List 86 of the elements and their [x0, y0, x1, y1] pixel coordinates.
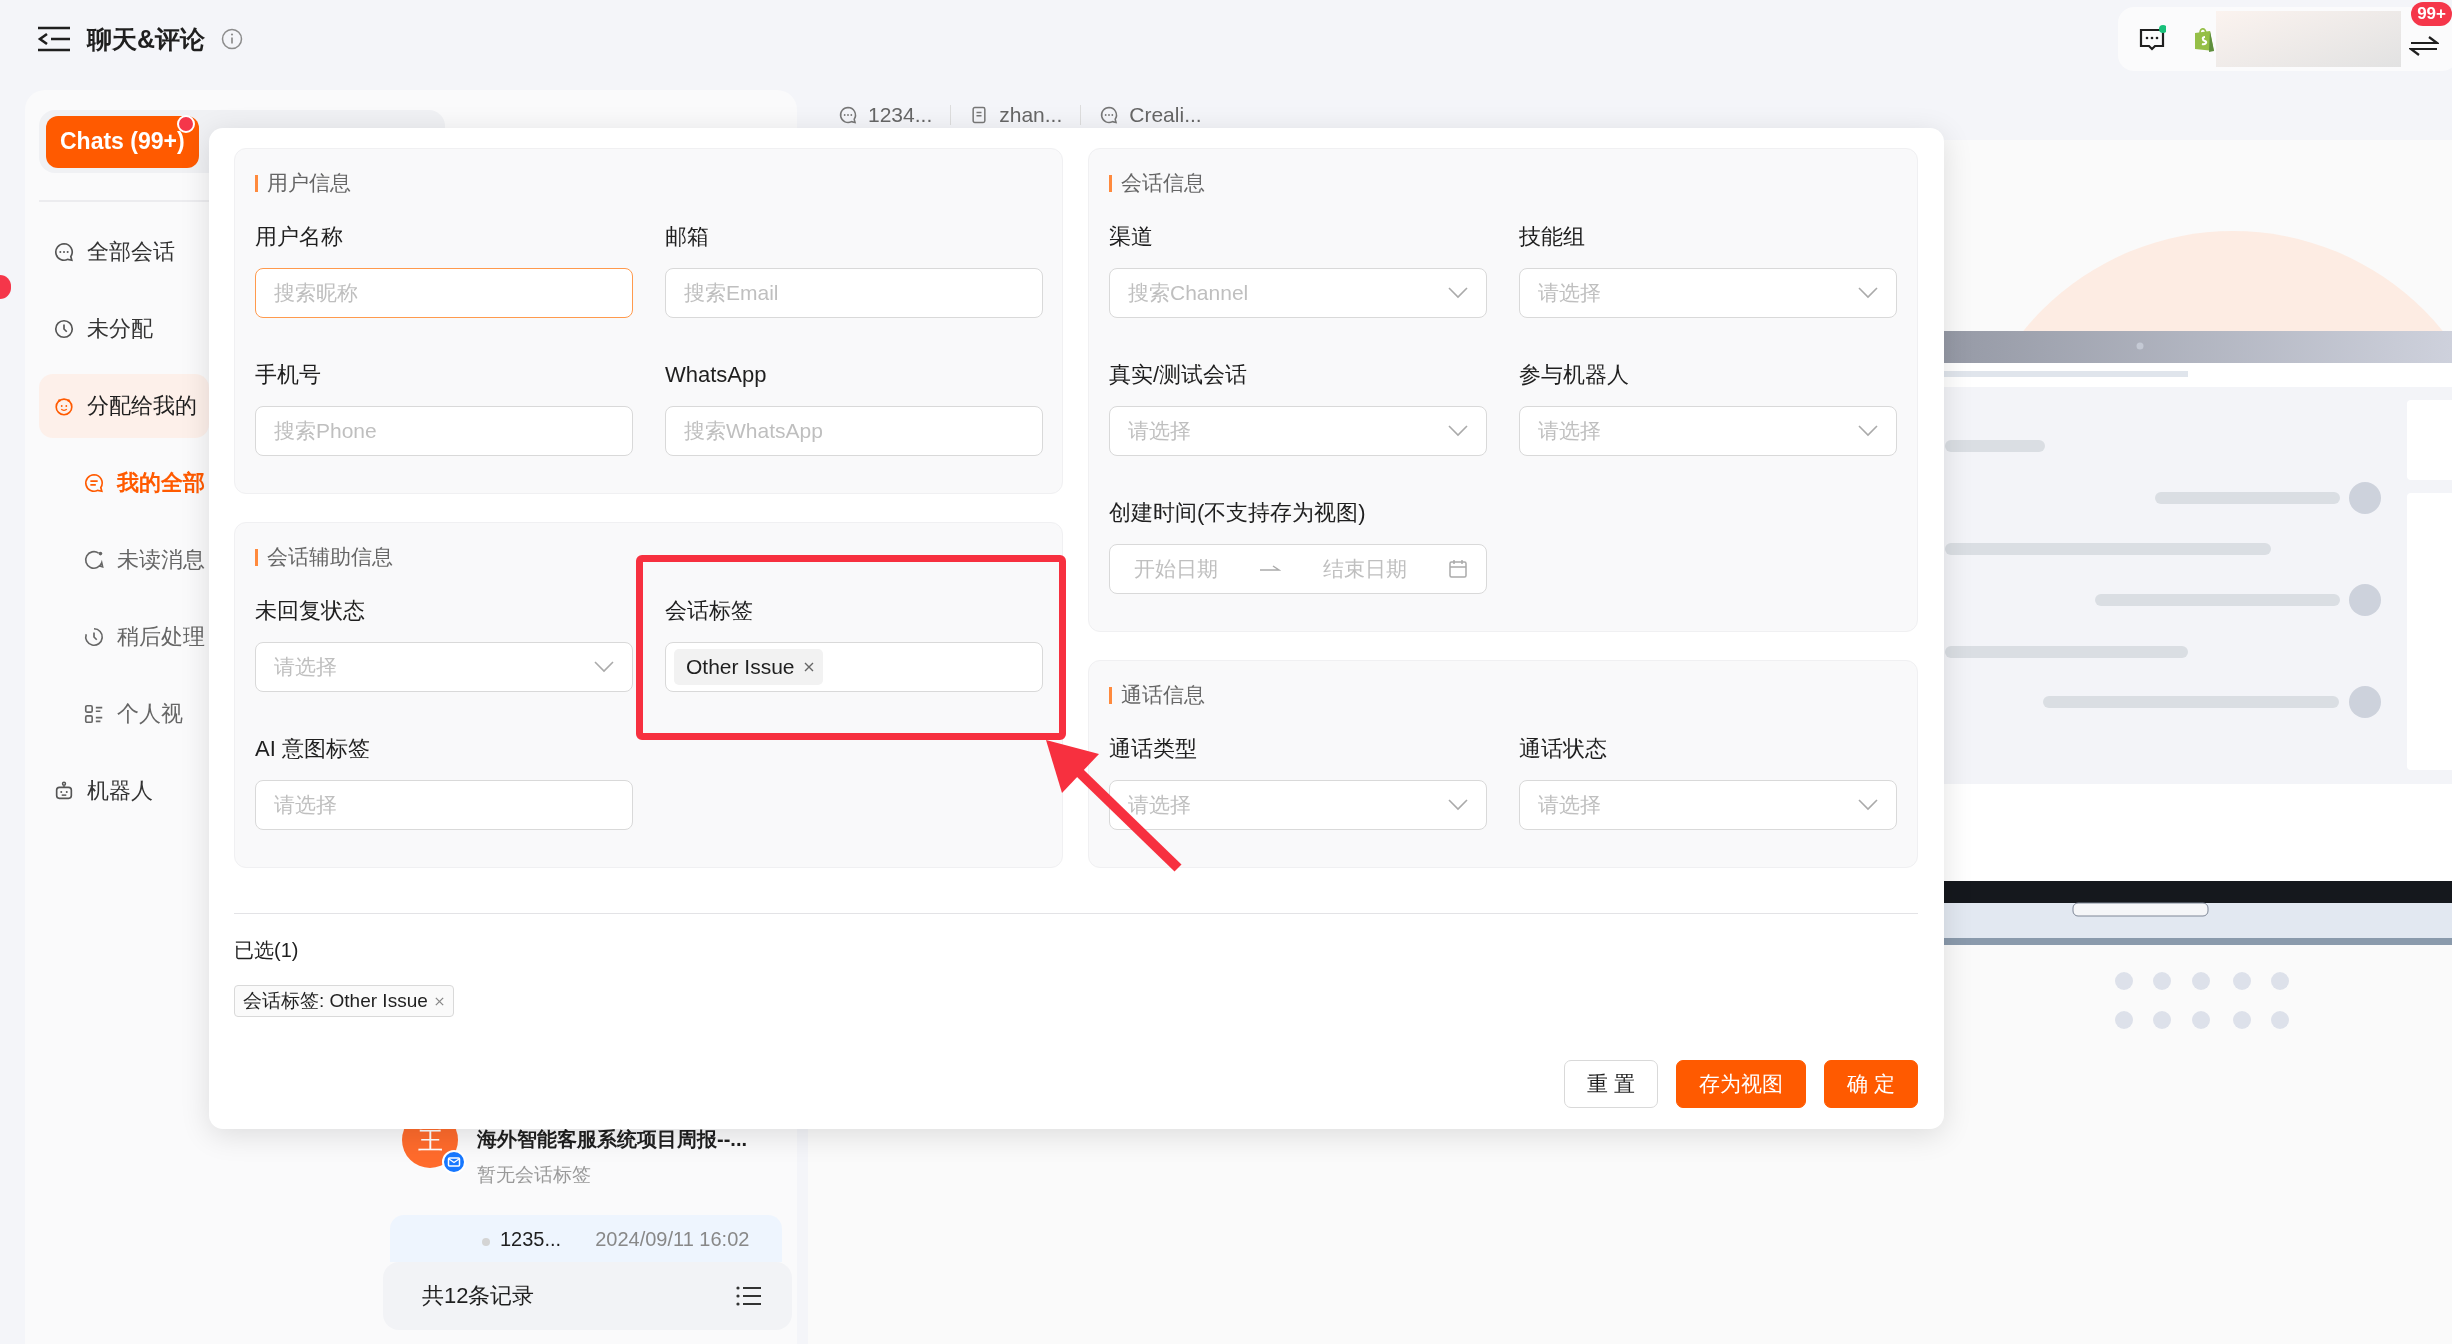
- tag-field[interactable]: Other Issue: [665, 642, 1043, 692]
- field-label: 参与机器人: [1519, 361, 1630, 389]
- selected-count: 已选(1): [234, 938, 300, 963]
- record-count: 共12条记录: [422, 1282, 535, 1310]
- grid-list-icon: [83, 703, 105, 725]
- accent-bar: [1109, 686, 1112, 704]
- nav-item[interactable]: 个人视: [39, 682, 209, 746]
- clock-arrow-icon: [83, 626, 105, 648]
- robot-icon: [53, 780, 75, 802]
- section-title: 用户信息: [267, 170, 351, 196]
- caret-icon: [1858, 799, 1878, 811]
- caret-icon: [1858, 287, 1878, 299]
- chat-icon[interactable]: [2138, 25, 2166, 53]
- input-field[interactable]: 请选择: [255, 780, 633, 830]
- chats-tab[interactable]: Chats (99+): [46, 115, 199, 168]
- close-icon[interactable]: [433, 995, 445, 1007]
- chat-time: 2024/09/11 16:02: [595, 1228, 750, 1251]
- caret-icon: [1858, 425, 1878, 437]
- avatar-initial: 王: [417, 1124, 443, 1156]
- field-label: 真实/测试会话: [1109, 361, 1249, 389]
- field-label: AI 意图标签: [255, 735, 371, 763]
- field-label: 渠道: [1109, 223, 1154, 251]
- status-dot: [482, 1238, 490, 1246]
- chip-label: 会话标签: Other Issue: [243, 989, 428, 1013]
- swap-icon[interactable]: [2409, 34, 2439, 58]
- field-label: 会话标签: [665, 597, 754, 625]
- field-label: 技能组: [1519, 223, 1586, 251]
- input-field[interactable]: 搜索Email: [665, 268, 1043, 318]
- unread-bubble-icon: [83, 549, 105, 571]
- caret-icon: [1448, 287, 1468, 299]
- nav-item[interactable]: 全部会话: [39, 220, 209, 284]
- chat-bubble-icon: [53, 241, 75, 263]
- tag-label: Other Issue: [686, 655, 795, 679]
- field-label: 未回复状态: [255, 597, 366, 625]
- chat-title: 海外智能客服系统项目周报--...: [477, 1127, 747, 1152]
- count-badge: 99+: [2411, 2, 2452, 26]
- primary-button[interactable]: 存为视图: [1676, 1060, 1807, 1108]
- list-icon[interactable]: [736, 1285, 762, 1307]
- info-icon[interactable]: [221, 28, 244, 50]
- notification-dot: [176, 114, 195, 133]
- chat-bubble-icon: [1099, 105, 1120, 125]
- field-label: 邮箱: [665, 223, 710, 251]
- shopping-bag-icon[interactable]: [2192, 25, 2216, 53]
- caret-icon: [594, 661, 614, 673]
- chat-title: 1235...: [500, 1228, 562, 1251]
- field-label: WhatsApp: [665, 361, 768, 389]
- chat-subtitle: 暂无会话标签: [477, 1163, 592, 1187]
- field-label: 手机号: [255, 361, 322, 389]
- section-title: 通话信息: [1121, 682, 1205, 708]
- date-placeholder: 结束日期: [1322, 556, 1407, 582]
- input-field[interactable]: 搜索WhatsApp: [665, 406, 1043, 456]
- nav-item[interactable]: 未读消息: [39, 528, 209, 592]
- nav-item[interactable]: 分配给我的: [39, 374, 209, 438]
- caret-icon: [1448, 425, 1468, 437]
- input-field[interactable]: 搜索昵称: [255, 268, 633, 318]
- section-title: 会话信息: [1121, 170, 1205, 196]
- input-field[interactable]: 搜索Phone: [255, 406, 633, 456]
- smiley-face-icon: [53, 395, 75, 417]
- conversation-tab[interactable]: 1234...: [820, 103, 951, 127]
- nav-item[interactable]: 未分配: [39, 297, 209, 361]
- field-label: 创建时间(不支持存为视图): [1109, 499, 1367, 527]
- section-title: 会话辅助信息: [267, 544, 393, 570]
- primary-button[interactable]: 确 定: [1824, 1060, 1918, 1108]
- clock-icon: [53, 318, 75, 340]
- calendar-icon: [1448, 559, 1468, 579]
- field-label: 通话类型: [1109, 735, 1198, 763]
- chat-item[interactable]: 1235... 2024/09/11 16:02: [390, 1215, 782, 1262]
- chat-bubble-icon: [838, 105, 858, 125]
- nav-item[interactable]: 机器人: [39, 759, 209, 823]
- reset-button[interactable]: 重 置: [1564, 1060, 1659, 1108]
- accent-bar: [1109, 174, 1112, 192]
- conversation-tab[interactable]: Creali...: [1081, 103, 1220, 127]
- field-label: 用户名称: [255, 223, 344, 251]
- field-label: 通话状态: [1519, 735, 1608, 763]
- message-lines-icon: [83, 472, 105, 494]
- caret-icon: [1448, 799, 1468, 811]
- accent-bar: [255, 174, 258, 192]
- page-title: 聊天&评论: [87, 23, 206, 55]
- close-icon[interactable]: [802, 661, 815, 673]
- menu-collapse-icon[interactable]: [37, 26, 71, 52]
- nav-item[interactable]: 我的全部: [39, 451, 209, 515]
- date-placeholder: 开始日期: [1134, 556, 1218, 582]
- conversation-tab[interactable]: zhan...: [951, 103, 1081, 127]
- mail-icon: [442, 1150, 466, 1174]
- nav-item[interactable]: 稍后处理: [39, 605, 209, 669]
- accent-bar: [255, 548, 258, 566]
